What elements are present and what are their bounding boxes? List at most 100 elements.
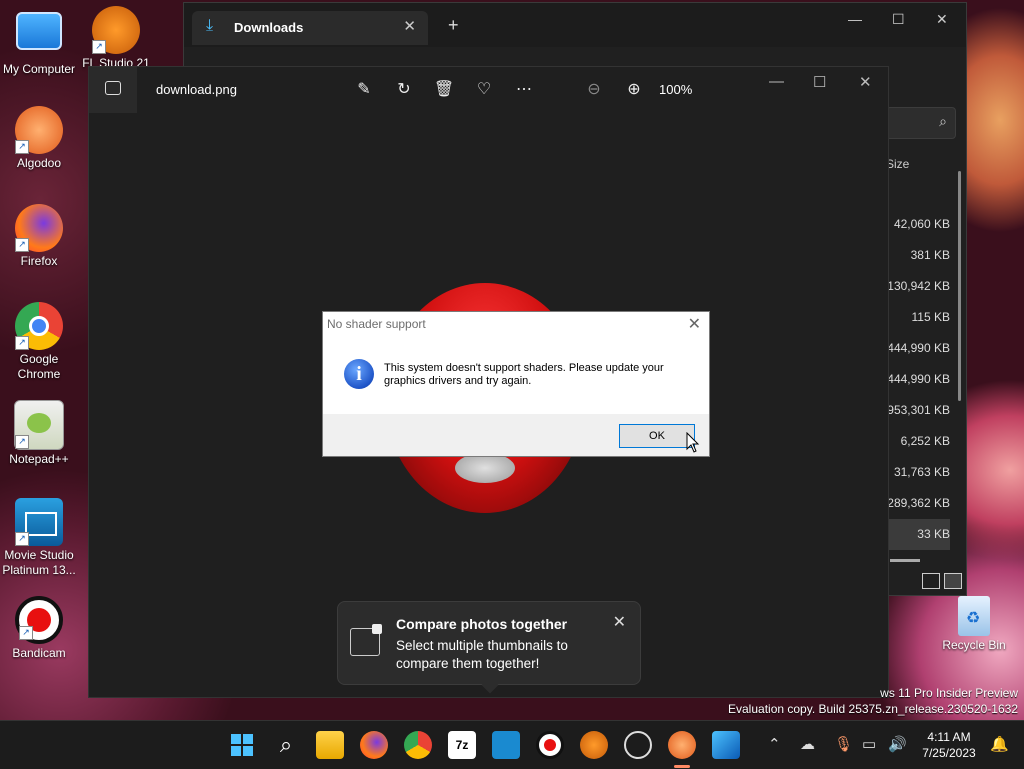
desktop-icon-label: Firefox <box>20 254 58 268</box>
photos-app-icon[interactable] <box>89 67 137 113</box>
desktop-icon-fl-studio[interactable]: ↗ FL Studio 21 <box>78 6 154 71</box>
desktop-icon-label: My Computer <box>2 62 76 76</box>
new-tab-button[interactable]: + <box>448 15 459 36</box>
zoom-level[interactable]: 100% <box>659 82 692 97</box>
status-bar <box>886 569 966 593</box>
file-size-cell[interactable]: 444,990 KB <box>886 333 950 364</box>
maximize-button[interactable]: ☐ <box>813 73 826 91</box>
microphone-icon[interactable]: 🎙 <box>834 735 853 753</box>
recycle-bin-icon: ♻ <box>958 596 990 636</box>
desktop-icon-movie-studio[interactable]: ↗ Movie Studio Platinum 13... <box>1 498 77 578</box>
compare-tip-popup: Compare photos together Select multiple … <box>337 601 641 694</box>
desktop-icon-label: Algodoo <box>16 156 62 170</box>
file-size-cell[interactable]: 42,060 KB <box>886 209 950 240</box>
dialog-footer: OK <box>323 414 709 456</box>
zoom-in-icon[interactable]: ⊕ <box>623 79 645 101</box>
algodoo-icon: ↗ <box>15 106 63 154</box>
tiles-view-icon[interactable] <box>944 573 962 589</box>
desktop-icon-firefox[interactable]: ↗ Firefox <box>1 204 77 269</box>
more-options-icon[interactable]: ⋯ <box>513 79 535 101</box>
file-size-cell[interactable]: 444,990 KB <box>886 364 950 395</box>
clock-date: 7/25/2023 <box>922 746 976 760</box>
file-explorer-icon[interactable] <box>316 731 344 759</box>
tab-downloads[interactable]: ⤓ Downloads ✕ <box>192 11 428 45</box>
watermark-line1: ws 11 Pro Insider Preview <box>880 686 1018 700</box>
chrome-icon[interactable] <box>404 731 432 759</box>
file-size-cell[interactable]: 31,763 KB <box>886 457 950 488</box>
rotate-icon[interactable]: ↻ <box>393 79 415 101</box>
search-icon[interactable]: ⌕ <box>272 731 300 759</box>
favorite-heart-icon[interactable]: ♡ <box>473 79 495 101</box>
file-size-cell[interactable]: 115 KB <box>886 302 950 333</box>
7zip-icon[interactable]: 7z <box>448 731 476 759</box>
fl-studio-icon[interactable] <box>580 731 608 759</box>
tip-title: Compare photos together <box>396 616 568 632</box>
no-shader-support-dialog: No shader support ✕ i This system doesn'… <box>322 311 710 457</box>
close-button[interactable]: ✕ <box>859 73 872 91</box>
file-size-cell[interactable]: 953,301 KB <box>886 395 950 426</box>
desktop-icon-label: Notepad++ <box>9 452 69 466</box>
explorer-tab-bar: ⤓ Downloads ✕ + — ☐ ✕ <box>184 3 966 47</box>
shortcut-arrow-icon: ↗ <box>15 532 29 546</box>
search-input[interactable]: ⌕ <box>886 107 956 139</box>
close-icon[interactable]: ✕ <box>688 314 701 334</box>
info-icon: i <box>344 359 374 389</box>
tip-body: Select multiple thumbnails to compare th… <box>396 638 568 671</box>
file-size-cell-selected[interactable]: 33 KB <box>886 519 950 550</box>
volume-icon[interactable]: 🔊 <box>888 735 907 753</box>
desktop-icon-label: Google Chrome <box>17 352 61 381</box>
desktop-icon-my-computer[interactable]: My Computer <box>1 10 77 77</box>
file-size-cell[interactable]: 6,252 KB <box>886 426 950 457</box>
desktop-icon-notepad-plus-plus[interactable]: ↗ Notepad++ <box>1 400 77 467</box>
dialog-body: i This system doesn't support shaders. P… <box>323 338 709 414</box>
file-name: download.png <box>156 82 237 97</box>
close-button[interactable]: ✕ <box>936 11 948 28</box>
close-tab-icon[interactable]: ✕ <box>403 17 416 35</box>
download-icon: ⤓ <box>206 17 214 34</box>
chrome-icon: ↗ <box>15 302 63 350</box>
dialog-message: This system doesn't support shaders. Ple… <box>384 362 664 387</box>
zoom-out-icon[interactable]: ⊖ <box>583 79 605 101</box>
file-size-cell[interactable]: 289,362 KB <box>886 488 950 519</box>
cloud-icon[interactable]: ☁ <box>800 735 815 753</box>
shortcut-arrow-icon: ↗ <box>15 238 29 252</box>
bandicam-icon[interactable] <box>536 731 564 759</box>
search-icon: ⌕ <box>939 113 947 129</box>
monitor-icon <box>16 12 62 50</box>
network-icon[interactable]: ▭ <box>862 735 876 753</box>
tab-label: Downloads <box>234 20 304 35</box>
shortcut-arrow-icon: ↗ <box>19 626 33 640</box>
minimize-button[interactable]: — <box>769 73 784 90</box>
start-windows-icon[interactable] <box>228 731 256 759</box>
chevron-up-icon[interactable]: ⌃ <box>768 735 781 753</box>
ok-button[interactable]: OK <box>619 424 695 448</box>
obs-icon[interactable] <box>624 731 652 759</box>
algodoo-icon[interactable] <box>668 731 696 759</box>
column-header-size[interactable]: Size <box>886 157 909 171</box>
file-size-cell[interactable]: 381 KB <box>886 240 950 271</box>
desktop-icon-google-chrome[interactable]: ↗ Google Chrome <box>1 302 77 382</box>
delete-icon[interactable]: 🗑 <box>433 79 455 101</box>
checkbox-icon <box>372 624 382 634</box>
desktop-icon-bandicam[interactable]: ↗ Bandicam <box>1 596 77 661</box>
system-clock[interactable]: 4:11 AM 7/25/2023 <box>916 729 982 761</box>
movie-studio-icon[interactable] <box>492 731 520 759</box>
photos-icon[interactable] <box>712 731 740 759</box>
shortcut-arrow-icon: ↗ <box>15 435 29 449</box>
maximize-button[interactable]: ☐ <box>892 11 905 28</box>
edit-image-icon[interactable]: ✎ <box>353 79 375 101</box>
close-tip-icon[interactable]: ✕ <box>613 612 626 632</box>
details-view-icon[interactable] <box>922 573 940 589</box>
minimize-button[interactable]: — <box>848 11 862 27</box>
taskbar: ⌕ 7z ⌃ ☁ 🎙 ▭ 🔊 4:11 AM 7/25/2023 🔔 <box>0 720 1024 769</box>
desktop-icon-algodoo[interactable]: ↗ Algodoo <box>1 106 77 171</box>
dialog-title: No shader support <box>327 317 426 331</box>
file-size-cell[interactable]: 130,942 KB <box>886 271 950 302</box>
firefox-icon[interactable] <box>360 731 388 759</box>
desktop-icon-label: Movie Studio Platinum 13... <box>2 548 76 577</box>
vertical-scrollbar[interactable] <box>958 171 961 401</box>
desktop-icon-recycle-bin[interactable]: ♻ Recycle Bin <box>936 596 1012 653</box>
horizontal-scrollbar[interactable] <box>890 559 920 562</box>
notification-bell-icon[interactable]: 🔔 <box>990 735 1009 753</box>
shortcut-arrow-icon: ↗ <box>15 140 29 154</box>
